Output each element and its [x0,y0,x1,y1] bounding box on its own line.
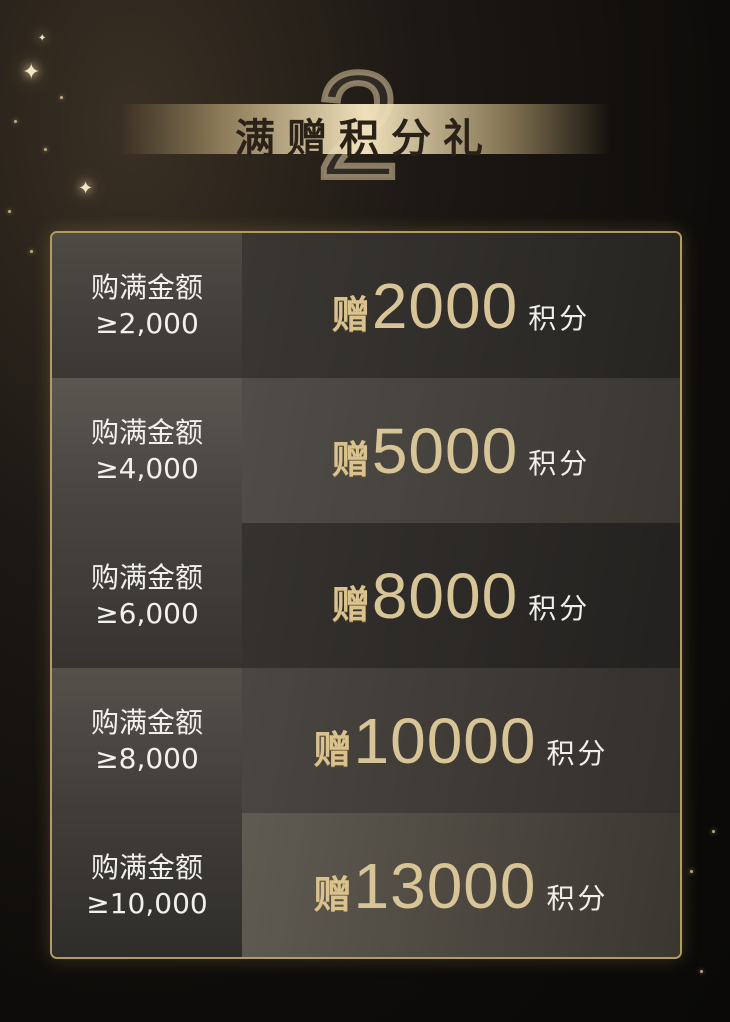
glitter-dot [690,870,693,873]
gift-cell: 赠 8000 积分 [242,523,680,668]
tier-row: 购满金额 ≥2,000 赠 2000 积分 [52,233,680,378]
gift-prefix: 赠 [313,872,352,917]
threshold-value: ≥4,000 [95,451,199,485]
gift-points: 10000 [353,704,537,777]
threshold-value: ≥8,000 [95,741,199,775]
glitter-dot [700,970,703,973]
tier-row: 购满金额 ≥4,000 赠 5000 积分 [52,378,680,523]
threshold-label: 购满金额 [90,270,203,304]
section-header: 2 满赠积分礼 [0,30,730,203]
gift-unit: 积分 [546,736,609,770]
threshold-cell: 购满金额 ≥6,000 [52,523,242,668]
tier-row: 购满金额 ≥10,000 赠 13000 积分 [52,813,680,957]
tier-table: 购满金额 ≥2,000 赠 2000 积分 购满金额 ≥4,000 赠 5000… [50,231,682,959]
gift-prefix: 赠 [313,727,352,772]
threshold-label: 购满金额 [90,415,203,449]
gift-cell: 赠 13000 积分 [242,813,680,957]
gift-cell: 赠 5000 积分 [242,378,680,523]
glitter-dot [8,210,11,213]
gift-points: 5000 [371,414,519,487]
threshold-value: ≥6,000 [95,596,199,630]
tier-row: 购满金额 ≥6,000 赠 8000 积分 [52,523,680,668]
threshold-cell: 购满金额 ≥10,000 [52,813,242,957]
threshold-cell: 购满金额 ≥4,000 [52,378,242,523]
threshold-label: 购满金额 [90,705,203,739]
threshold-cell: 购满金额 ≥8,000 [52,668,242,813]
gift-points: 2000 [371,269,519,342]
threshold-cell: 购满金额 ≥2,000 [52,233,242,378]
gift-unit: 积分 [528,446,591,480]
gift-cell: 赠 2000 积分 [242,233,680,378]
threshold-value: ≥10,000 [86,886,208,920]
gift-prefix: 赠 [331,437,370,482]
glitter-dot [30,250,33,253]
gift-prefix: 赠 [331,292,370,337]
threshold-label: 购满金额 [90,560,203,594]
gift-cell: 赠 10000 积分 [242,668,680,813]
gift-unit: 积分 [546,881,609,915]
gift-points: 13000 [353,849,537,922]
gift-points: 8000 [371,559,519,632]
page-title: 满赠积分礼 [235,116,495,162]
gift-unit: 积分 [528,591,591,625]
threshold-label: 购满金额 [90,850,203,884]
glitter-dot [712,830,715,833]
gift-unit: 积分 [528,301,591,335]
tier-row: 购满金额 ≥8,000 赠 10000 积分 [52,668,680,813]
gift-prefix: 赠 [331,582,370,627]
threshold-value: ≥2,000 [95,306,199,340]
